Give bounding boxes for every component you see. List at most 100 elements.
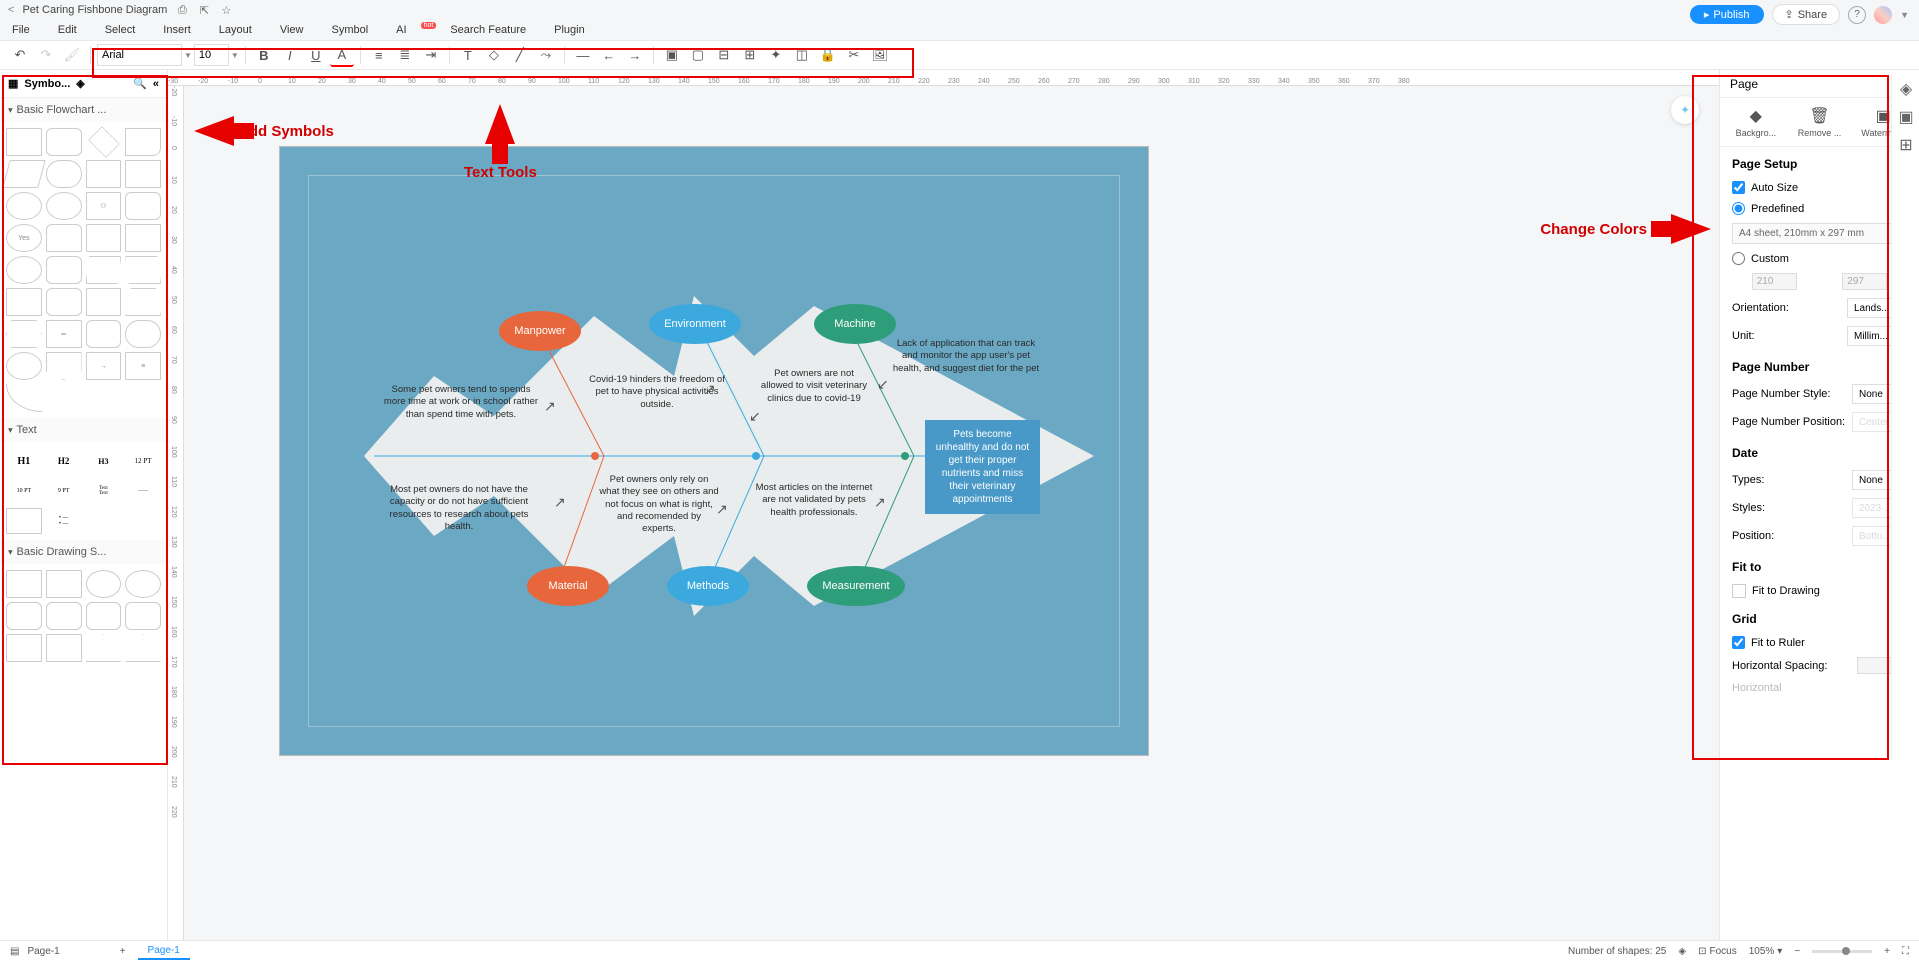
undo-button[interactable]: ↶ <box>8 43 32 67</box>
dshape-r2[interactable] <box>46 570 82 598</box>
shape-r5[interactable] <box>86 288 122 316</box>
align-objects-button[interactable]: ⊟ <box>712 43 736 67</box>
preset-select[interactable]: A4 sheet, 210mm x 297 mm <box>1732 223 1907 244</box>
menu-edit[interactable]: Edit <box>58 24 77 36</box>
shape-hex[interactable] <box>6 320 42 348</box>
bold-button[interactable]: B <box>252 43 276 67</box>
canvas-page[interactable]: Manpower Environment Machine Material Me… <box>279 146 1149 756</box>
zoom-in-button[interactable]: + <box>1884 946 1890 957</box>
text-block2[interactable]: —— <box>125 478 161 504</box>
layers-button[interactable]: ◈ <box>1678 946 1686 957</box>
shape-r6[interactable] <box>86 320 122 348</box>
dshape-e1[interactable] <box>86 570 122 598</box>
shape-trap3[interactable] <box>125 288 161 316</box>
height-input[interactable] <box>1842 273 1887 290</box>
fit-ruler-checkbox[interactable] <box>1732 636 1745 649</box>
shape-trap2[interactable] <box>125 256 161 284</box>
shape-r7[interactable] <box>125 320 161 348</box>
line-style-button[interactable]: — <box>571 43 595 67</box>
section-flowchart[interactable]: Basic Flowchart ... <box>0 98 167 122</box>
shape-actor[interactable]: ⚇ <box>86 192 122 220</box>
shape-rounded2[interactable] <box>125 192 161 220</box>
predefined-radio[interactable] <box>1732 202 1745 215</box>
zoom-out-button[interactable]: − <box>1794 946 1800 957</box>
dshape-rr4[interactable] <box>125 602 161 630</box>
back-button-tool[interactable]: ▢ <box>686 43 710 67</box>
menu-plugin[interactable]: Plugin <box>554 24 585 36</box>
shape-yes[interactable]: Yes <box>6 224 42 252</box>
section-text[interactable]: Text <box>0 418 167 442</box>
text-manpower2[interactable]: Most pet owners do not have the capacity… <box>379 484 539 533</box>
connector-button[interactable]: ⤳ <box>534 43 558 67</box>
menu-search-feature[interactable]: Search Feature <box>450 24 526 36</box>
line-color-button[interactable]: ╱ <box>508 43 532 67</box>
shape-arc[interactable] <box>6 384 42 412</box>
shape-db[interactable] <box>46 224 82 252</box>
cause-manpower[interactable]: Manpower <box>499 311 581 351</box>
dshape-tri2[interactable] <box>125 634 161 662</box>
shape-tape[interactable] <box>125 224 161 252</box>
italic-button[interactable]: I <box>278 43 302 67</box>
section-drawing[interactable]: Basic Drawing S... <box>0 540 167 564</box>
lock-button[interactable]: 🔒 <box>816 43 840 67</box>
dshape-rr1[interactable] <box>6 602 42 630</box>
page-tab[interactable]: Page-1 <box>138 943 190 960</box>
zoom-slider[interactable] <box>1812 950 1872 953</box>
dshape-rr2[interactable] <box>46 602 82 630</box>
redo-button[interactable]: ↷ <box>34 43 58 67</box>
crop-button[interactable]: ✂ <box>842 43 866 67</box>
cause-measurement[interactable]: Measurement <box>807 566 905 606</box>
layers-tab-icon[interactable]: ▣ <box>1892 103 1919 131</box>
text-h1[interactable]: H1 <box>6 448 42 474</box>
shape-pill[interactable] <box>46 160 82 188</box>
menu-ai[interactable]: AIhot <box>396 24 422 36</box>
text-measurement1[interactable]: Most articles on the internet are not va… <box>749 482 879 519</box>
text-machine2[interactable]: Lack of application that can track and m… <box>891 338 1041 375</box>
collapse-icon[interactable]: « <box>153 78 159 90</box>
align-v-button[interactable]: ≣ <box>393 43 417 67</box>
dropdown-icon[interactable]: ▼ <box>1900 10 1909 20</box>
menu-symbol[interactable]: Symbol <box>331 24 368 36</box>
page-name[interactable]: Page-1 <box>27 946 59 957</box>
star-icon[interactable]: ☆ <box>219 3 233 17</box>
shape-display[interactable] <box>86 224 122 252</box>
text-tool-button[interactable]: T <box>456 43 480 67</box>
font-size-select[interactable] <box>194 44 229 66</box>
text-12pt[interactable]: 12 PT <box>125 448 161 474</box>
text-block1[interactable]: TextText <box>86 478 122 504</box>
shape-r3[interactable] <box>46 256 82 284</box>
shape-roundrect[interactable] <box>46 128 82 156</box>
menu-layout[interactable]: Layout <box>219 24 252 36</box>
menu-view[interactable]: View <box>280 24 304 36</box>
shape-circle[interactable] <box>46 192 82 220</box>
menu-file[interactable]: File <box>12 24 30 36</box>
remove-button[interactable]: 🗑Remove ... <box>1789 106 1849 138</box>
image-button[interactable]: 🖼 <box>868 43 892 67</box>
fit-drawing-button[interactable]: Fit to Drawing <box>1752 585 1907 597</box>
text-manpower1[interactable]: Some pet owners tend to spends more time… <box>381 384 541 421</box>
ai-assistant-button[interactable]: ✦ <box>1671 96 1699 124</box>
font-color-button[interactable]: A <box>330 43 354 67</box>
shape-parallelogram[interactable] <box>2 160 45 188</box>
dshape-e2[interactable] <box>125 570 161 598</box>
back-button[interactable]: < <box>8 4 14 16</box>
underline-button[interactable]: U <box>304 43 328 67</box>
text-environment2[interactable]: Pet owners only rely on what they see on… <box>599 474 719 536</box>
text-h3[interactable]: H3 <box>86 448 122 474</box>
arrow-start-button[interactable]: ← <box>597 43 621 67</box>
font-select[interactable] <box>97 44 182 66</box>
shape-pent[interactable] <box>46 352 82 380</box>
dshape-rr3[interactable] <box>86 602 122 630</box>
distribute-button[interactable]: ⊞ <box>738 43 762 67</box>
search-icon[interactable]: 🔍 <box>133 77 147 90</box>
focus-button[interactable]: ⊡ Focus <box>1698 946 1737 957</box>
shape-doc[interactable] <box>125 128 161 156</box>
shape-subprocess[interactable] <box>86 160 122 188</box>
shape-arrow[interactable]: → <box>86 352 122 380</box>
shape-wave[interactable] <box>6 288 42 316</box>
zoom-dropdown[interactable]: 105% ▾ <box>1749 946 1783 957</box>
pin-icon[interactable]: ◈ <box>76 77 84 90</box>
text-9pt[interactable]: 9 PT <box>46 478 82 504</box>
ungroup-button[interactable]: ◫ <box>790 43 814 67</box>
shape-c3[interactable] <box>6 352 42 380</box>
